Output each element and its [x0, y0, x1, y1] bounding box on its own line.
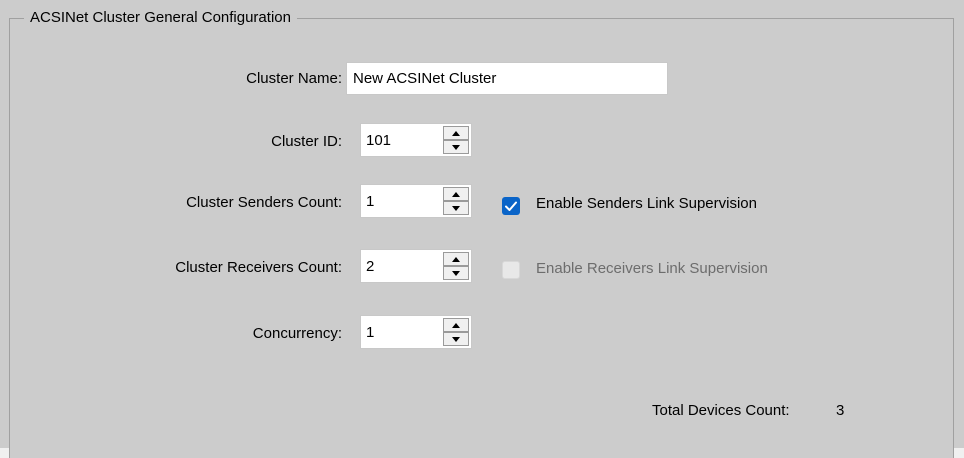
senders-count-decrement-button[interactable] [443, 201, 469, 215]
senders-count-input[interactable] [361, 185, 441, 217]
cluster-id-label: Cluster ID: [271, 133, 342, 150]
total-devices-label: Total Devices Count: [652, 402, 790, 419]
triangle-up-icon [452, 322, 460, 328]
receivers-count-spinner[interactable] [360, 249, 472, 283]
triangle-up-icon [452, 191, 460, 197]
senders-count-label: Cluster Senders Count: [186, 194, 342, 211]
cluster-name-input[interactable] [346, 62, 668, 95]
receivers-count-increment-button[interactable] [443, 252, 469, 266]
receivers-count-input[interactable] [361, 250, 441, 282]
triangle-up-icon [452, 130, 460, 136]
total-devices-value: 3 [836, 402, 845, 419]
checkmark-icon [505, 201, 517, 211]
triangle-up-icon [452, 256, 460, 262]
triangle-down-icon [452, 270, 460, 276]
cluster-name-label: Cluster Name: [246, 70, 342, 87]
groupbox-title: ACSINet Cluster General Configuration [24, 9, 297, 27]
receivers-count-decrement-button[interactable] [443, 266, 469, 280]
concurrency-label: Concurrency: [252, 325, 342, 342]
cluster-id-decrement-button[interactable] [443, 140, 469, 154]
triangle-down-icon [452, 144, 460, 150]
receivers-supervision-checkbox [502, 261, 520, 279]
triangle-down-icon [452, 336, 460, 342]
cluster-id-spinner[interactable] [360, 123, 472, 157]
concurrency-decrement-button[interactable] [443, 332, 469, 346]
senders-supervision-label[interactable]: Enable Senders Link Supervision [536, 194, 757, 214]
receivers-supervision-label: Enable Receivers Link Supervision [536, 260, 768, 277]
concurrency-input[interactable] [361, 316, 441, 348]
senders-supervision-checkbox[interactable] [502, 197, 520, 215]
cluster-id-input[interactable] [361, 124, 441, 156]
senders-count-spinner[interactable] [360, 184, 472, 218]
triangle-down-icon [452, 205, 460, 211]
concurrency-spinner[interactable] [360, 315, 472, 349]
concurrency-increment-button[interactable] [443, 318, 469, 332]
receivers-count-label: Cluster Receivers Count: [175, 259, 342, 276]
senders-count-increment-button[interactable] [443, 187, 469, 201]
cluster-id-increment-button[interactable] [443, 126, 469, 140]
